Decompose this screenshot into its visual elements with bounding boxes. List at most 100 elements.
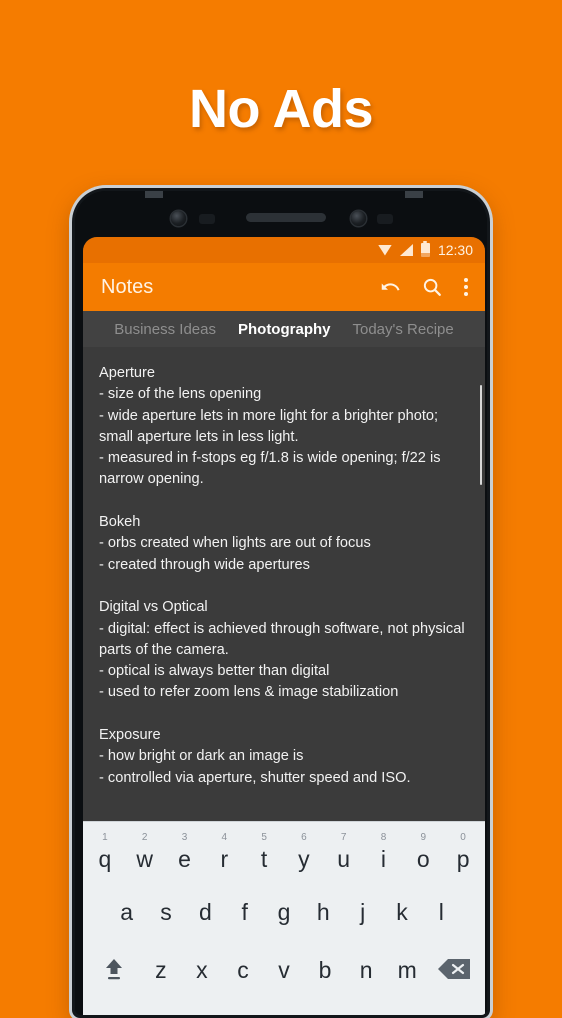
key-v[interactable]: v [263, 944, 304, 1002]
front-camera-icon [171, 211, 186, 226]
phone-device-frame: 12:30 Notes Business Ideas Photography T… [72, 188, 490, 1018]
key-label: k [396, 899, 408, 925]
earpiece-speaker [246, 213, 326, 222]
key-f[interactable]: f [225, 886, 264, 944]
key-label: z [155, 957, 167, 983]
key-label: w [136, 846, 154, 872]
key-num-hint: 5 [261, 832, 267, 843]
backspace-key-icon[interactable] [428, 944, 481, 1002]
tab-bar: Business Ideas Photography Today's Recip… [83, 311, 485, 347]
status-bar: 12:30 [83, 237, 485, 263]
keyboard-row-1: 1 q 2 w 3 e 4 r 5 t 6 y 7 u 8 i 9 o 0 p [85, 826, 483, 886]
key-label: x [196, 957, 208, 983]
shift-arrow-icon [101, 956, 127, 982]
phone-screen: 12:30 Notes Business Ideas Photography T… [83, 237, 485, 1015]
signal-icon [399, 244, 413, 256]
key-h[interactable]: h [304, 886, 343, 944]
key-label: d [198, 899, 212, 925]
key-w[interactable]: 2 w [125, 826, 165, 886]
keyboard-row-3: z x c v b n m [85, 944, 483, 1002]
shift-key-icon[interactable] [87, 944, 140, 1002]
proximity-sensor-icon [199, 214, 215, 224]
key-label: b [318, 957, 332, 983]
key-s[interactable]: s [146, 886, 185, 944]
key-label: c [237, 957, 249, 983]
key-label: q [98, 846, 112, 872]
bezel-mark-right [405, 191, 423, 198]
key-num-hint: 9 [420, 832, 427, 843]
key-label: y [298, 846, 310, 872]
tab-photography[interactable]: Photography [238, 321, 331, 338]
tab-business-ideas[interactable]: Business Ideas [114, 321, 216, 338]
key-label: s [160, 899, 172, 925]
key-label: l [438, 899, 444, 925]
key-z[interactable]: z [140, 944, 181, 1002]
key-num-hint: 7 [340, 832, 347, 843]
key-p[interactable]: 0 p [443, 826, 483, 886]
key-num-hint: 0 [460, 832, 466, 843]
key-l[interactable]: l [422, 886, 461, 944]
key-a[interactable]: a [107, 886, 146, 944]
key-label: f [241, 899, 248, 925]
key-label: t [260, 846, 268, 872]
key-label: i [380, 846, 387, 872]
key-m[interactable]: m [387, 944, 428, 1002]
light-sensor-icon [377, 214, 393, 224]
key-e[interactable]: 3 e [165, 826, 205, 886]
tab-todays-recipe[interactable]: Today's Recipe [352, 321, 453, 338]
key-num-hint: 8 [380, 832, 387, 843]
page-title: No Ads [189, 79, 374, 139]
key-o[interactable]: 9 o [403, 826, 443, 886]
key-b[interactable]: b [305, 944, 346, 1002]
app-title: Notes [101, 275, 154, 298]
key-label: v [278, 957, 290, 983]
backspace-icon [437, 958, 471, 980]
key-label: h [316, 899, 330, 925]
key-c[interactable]: c [222, 944, 263, 1002]
overflow-menu-icon[interactable] [463, 276, 469, 298]
search-icon[interactable] [421, 276, 443, 298]
key-num-hint: 1 [102, 832, 108, 843]
key-q[interactable]: 1 q [85, 826, 125, 886]
key-label: m [397, 957, 417, 983]
wifi-icon [377, 244, 392, 256]
key-label: p [456, 846, 470, 872]
key-num-hint: 6 [301, 832, 307, 843]
key-num-hint: 3 [181, 832, 188, 843]
keyboard-row-2: a s d f g h j k l [85, 886, 483, 944]
key-label: a [120, 899, 134, 925]
key-label: j [360, 899, 366, 925]
overflow-dot [464, 285, 468, 289]
overflow-dot [464, 278, 468, 282]
key-i[interactable]: 8 i [364, 826, 404, 886]
key-x[interactable]: x [181, 944, 222, 1002]
key-y[interactable]: 6 y [284, 826, 324, 886]
app-bar-actions [379, 276, 473, 298]
key-num-hint: 4 [221, 832, 228, 843]
status-bar-icons [377, 240, 430, 257]
note-body-text[interactable]: Aperture - size of the lens opening - wi… [83, 347, 485, 789]
key-u[interactable]: 7 u [324, 826, 364, 886]
phone-inner-frame: 12:30 Notes Business Ideas Photography T… [75, 191, 487, 1015]
key-d[interactable]: d [186, 886, 225, 944]
key-label: n [359, 957, 373, 983]
undo-icon[interactable] [379, 276, 401, 298]
key-label: g [277, 899, 291, 925]
bezel-mark-left [145, 191, 163, 198]
phone-top-bezel [75, 191, 487, 237]
key-r[interactable]: 4 r [204, 826, 244, 886]
key-t[interactable]: 5 t [244, 826, 284, 886]
app-bar: Notes [83, 263, 485, 311]
on-screen-keyboard[interactable]: 1 q 2 w 3 e 4 r 5 t 6 y 7 u 8 i 9 o 0 p … [83, 821, 485, 1015]
key-label: u [337, 846, 351, 872]
note-content-area[interactable]: Aperture - size of the lens opening - wi… [83, 347, 485, 821]
key-j[interactable]: j [343, 886, 382, 944]
overflow-dot [464, 292, 468, 296]
key-n[interactable]: n [346, 944, 387, 1002]
key-label: o [416, 846, 430, 872]
battery-icon [420, 240, 430, 257]
key-g[interactable]: g [264, 886, 303, 944]
key-label: r [220, 846, 229, 872]
note-scrollbar[interactable] [479, 385, 482, 485]
key-k[interactable]: k [382, 886, 421, 944]
